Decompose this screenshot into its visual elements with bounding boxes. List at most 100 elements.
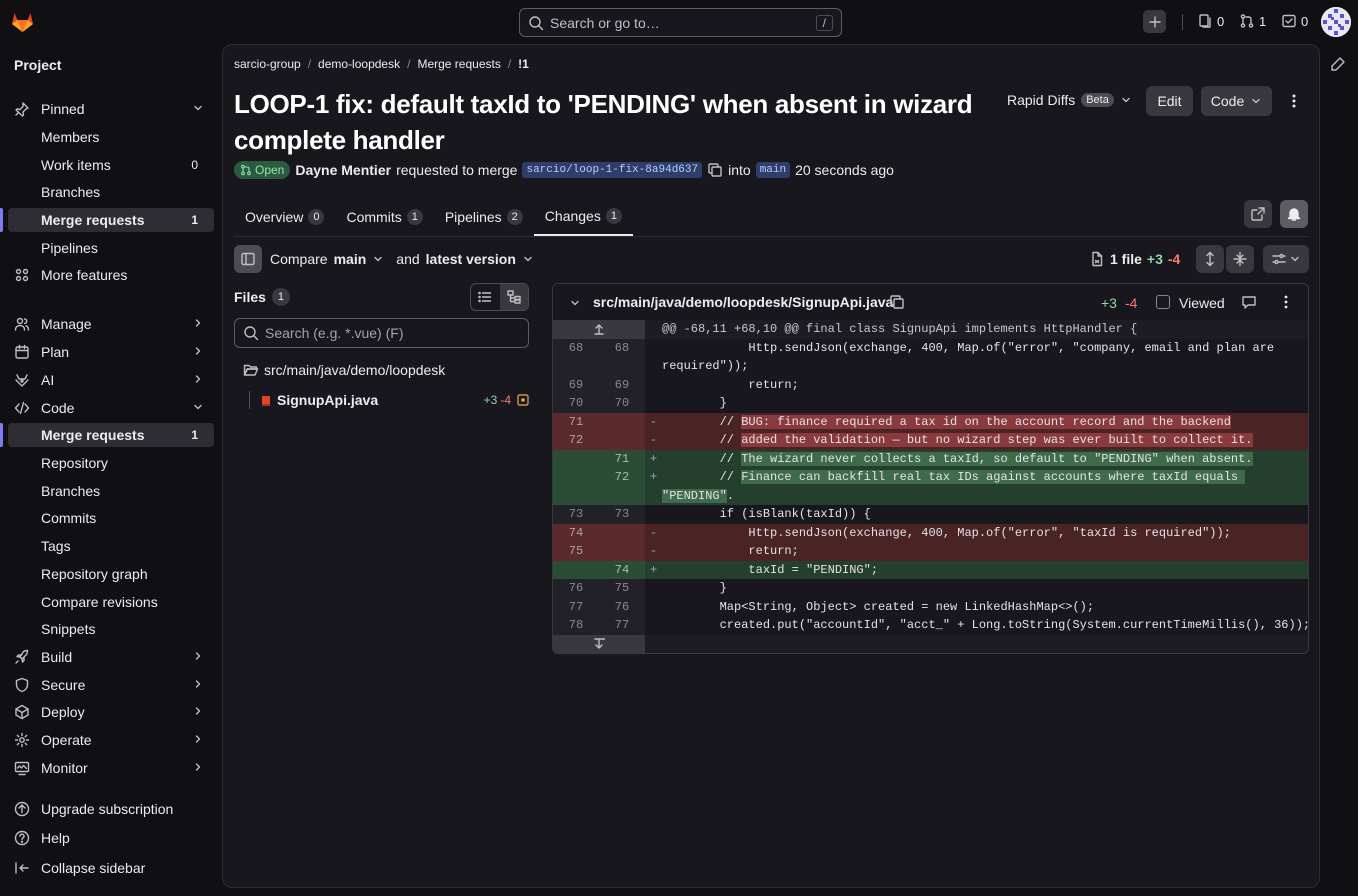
sidebar-item-commits[interactable]: Commits bbox=[8, 506, 214, 530]
tab-commits[interactable]: Commits 1 bbox=[335, 198, 433, 236]
new-line-number[interactable]: 69 bbox=[599, 375, 645, 394]
sidebar-item-compare-revisions[interactable]: Compare revisions bbox=[8, 590, 214, 614]
diff-file-path[interactable]: src/main/java/demo/loopdesk/SignupApi.ja… bbox=[593, 294, 893, 310]
comment-icon[interactable] bbox=[1241, 294, 1257, 310]
expand-all-button[interactable] bbox=[1196, 245, 1224, 273]
kebab-icon[interactable] bbox=[1278, 294, 1294, 310]
old-line-number[interactable]: 76 bbox=[553, 579, 599, 598]
new-line-number[interactable]: 72 bbox=[599, 468, 645, 487]
new-line-number[interactable]: 71 bbox=[599, 449, 645, 468]
breadcrumb-project[interactable]: demo-loopdesk bbox=[318, 57, 400, 71]
sidebar-item-pipelines[interactable]: Pipelines bbox=[8, 236, 214, 260]
old-line-number[interactable]: 69 bbox=[553, 375, 599, 394]
tree-folder[interactable]: src/main/java/demo/loopdesk bbox=[243, 362, 445, 378]
sidebar-item-build[interactable]: Build bbox=[8, 645, 214, 669]
copy-icon[interactable] bbox=[889, 294, 905, 310]
diff-line-removed: 72 - // added the validation — but no wiz… bbox=[553, 431, 1308, 450]
sidebar-item-work-items[interactable]: Work items 0 bbox=[8, 153, 214, 177]
new-line-number[interactable]: 76 bbox=[599, 597, 645, 616]
tab-pipelines[interactable]: Pipelines 2 bbox=[434, 198, 534, 236]
hunk-header: @@ -68,11 +68,10 @@ final class SignupAp… bbox=[553, 320, 1308, 339]
new-line-number[interactable]: 75 bbox=[599, 579, 645, 598]
diff-line: 70 70 } bbox=[553, 394, 1308, 413]
rapid-diffs-toggle[interactable]: Rapid Diffs Beta bbox=[1007, 92, 1132, 108]
more-actions-button[interactable] bbox=[1286, 93, 1302, 109]
tab-overview[interactable]: Overview 0 bbox=[234, 198, 335, 236]
old-line-number[interactable]: 77 bbox=[553, 597, 599, 616]
new-line-number[interactable]: 73 bbox=[599, 505, 645, 524]
new-line-number[interactable]: 68 bbox=[599, 338, 645, 357]
diff-preferences-button[interactable] bbox=[1263, 245, 1309, 273]
code-dropdown-button[interactable]: Code bbox=[1201, 86, 1272, 116]
sidebar-item-deploy[interactable]: Deploy bbox=[8, 700, 214, 724]
old-line-number[interactable]: 73 bbox=[553, 505, 599, 524]
code-line: return; bbox=[662, 377, 799, 392]
sidebar-item-code[interactable]: Code bbox=[8, 396, 214, 420]
edit-button[interactable]: Edit bbox=[1146, 86, 1193, 116]
file-search-input[interactable]: Search (e.g. *.vue) (F) bbox=[234, 318, 529, 348]
sidebar-item-branches-pinned[interactable]: Branches bbox=[8, 180, 214, 204]
sidebar-item-plan[interactable]: Plan bbox=[8, 340, 214, 364]
sidebar-item-label: Deploy bbox=[41, 704, 85, 720]
todos-counter[interactable]: 0 bbox=[1281, 13, 1308, 29]
new-line-number[interactable]: 74 bbox=[599, 560, 645, 579]
old-line-number[interactable]: 68 bbox=[553, 338, 599, 357]
sidebar-item-snippets[interactable]: Snippets bbox=[8, 617, 214, 641]
copy-icon[interactable] bbox=[707, 162, 723, 178]
breadcrumb-group[interactable]: sarcio-group bbox=[234, 57, 301, 71]
old-line-number[interactable]: 74 bbox=[553, 523, 599, 542]
chevron-down-icon[interactable] bbox=[569, 297, 581, 309]
toggle-file-browser-button[interactable] bbox=[234, 245, 262, 273]
sidebar-item-manage[interactable]: Manage bbox=[8, 312, 214, 336]
sidebar-item-repository[interactable]: Repository bbox=[8, 451, 214, 475]
new-line-number[interactable]: 70 bbox=[599, 394, 645, 413]
sidebar-item-monitor[interactable]: Monitor bbox=[8, 756, 214, 780]
sidebar-item-collapse[interactable]: Collapse sidebar bbox=[8, 856, 214, 880]
sidebar-item-more-features[interactable]: More features bbox=[8, 263, 214, 287]
sidebar-item-upgrade[interactable]: Upgrade subscription bbox=[8, 797, 214, 821]
user-avatar[interactable] bbox=[1321, 7, 1351, 37]
source-branch[interactable]: sarcio/loop-1-fix-8a94d637 bbox=[522, 162, 703, 178]
sidebar-item-ai[interactable]: AI bbox=[8, 368, 214, 392]
old-line-number[interactable]: 75 bbox=[553, 542, 599, 561]
sidebar-item-merge-requests[interactable]: Merge requests 1 bbox=[0, 423, 214, 447]
sidebar-item-branches[interactable]: Branches bbox=[8, 479, 214, 503]
tree-file-item[interactable]: SignupApi.java +3 -4 bbox=[249, 391, 529, 409]
new-line-number[interactable]: 77 bbox=[599, 616, 645, 635]
breadcrumb-merge-requests[interactable]: Merge requests bbox=[417, 57, 500, 71]
mr-author[interactable]: Dayne Mentier bbox=[295, 162, 391, 178]
old-line-number[interactable]: 70 bbox=[553, 394, 599, 413]
sidebar-item-members[interactable]: Members bbox=[8, 125, 214, 149]
compare-base-dropdown[interactable]: main bbox=[334, 251, 367, 267]
notifications-button[interactable] bbox=[1280, 200, 1308, 228]
sidebar-item-secure[interactable]: Secure bbox=[8, 673, 214, 697]
review-drawer-button[interactable] bbox=[1330, 56, 1346, 72]
sidebar-item-tags[interactable]: Tags bbox=[8, 534, 214, 558]
sidebar-item-repository-graph[interactable]: Repository graph bbox=[8, 562, 214, 586]
sidebar-item-help[interactable]: Help bbox=[8, 826, 214, 850]
expand-up-button[interactable] bbox=[553, 320, 645, 339]
viewed-checkbox[interactable] bbox=[1156, 295, 1170, 309]
old-line-number[interactable]: 72 bbox=[553, 431, 599, 450]
list-view-button[interactable] bbox=[471, 284, 500, 310]
old-line-number[interactable]: 78 bbox=[553, 616, 599, 635]
sidebar-item-operate[interactable]: Operate bbox=[8, 728, 214, 752]
create-new-button[interactable] bbox=[1143, 10, 1166, 33]
sidebar: Project Pinned Members Work items 0 Branc… bbox=[0, 44, 222, 896]
collapse-all-button[interactable] bbox=[1226, 245, 1254, 273]
gitlab-logo-icon[interactable] bbox=[10, 10, 35, 34]
compare-version-dropdown[interactable]: latest version bbox=[426, 251, 516, 267]
share-button[interactable] bbox=[1244, 200, 1272, 228]
merge-requests-counter[interactable]: 1 bbox=[1239, 13, 1266, 29]
sidebar-item-merge-requests-pinned[interactable]: Merge requests 1 bbox=[0, 208, 214, 232]
tab-changes[interactable]: Changes 1 bbox=[533, 198, 633, 236]
sidebar-item-pinned[interactable]: Pinned bbox=[8, 97, 214, 121]
issues-counter[interactable]: 0 bbox=[1197, 13, 1224, 29]
old-line-number[interactable]: 71 bbox=[553, 412, 599, 431]
global-search-input[interactable]: Search or go to… / bbox=[519, 8, 842, 37]
breadcrumb-mr-id[interactable]: !1 bbox=[518, 57, 529, 71]
target-branch[interactable]: main bbox=[755, 162, 791, 178]
tree-view-button[interactable] bbox=[499, 284, 528, 310]
bell-icon bbox=[1287, 208, 1301, 221]
expand-down-button[interactable] bbox=[553, 634, 645, 653]
